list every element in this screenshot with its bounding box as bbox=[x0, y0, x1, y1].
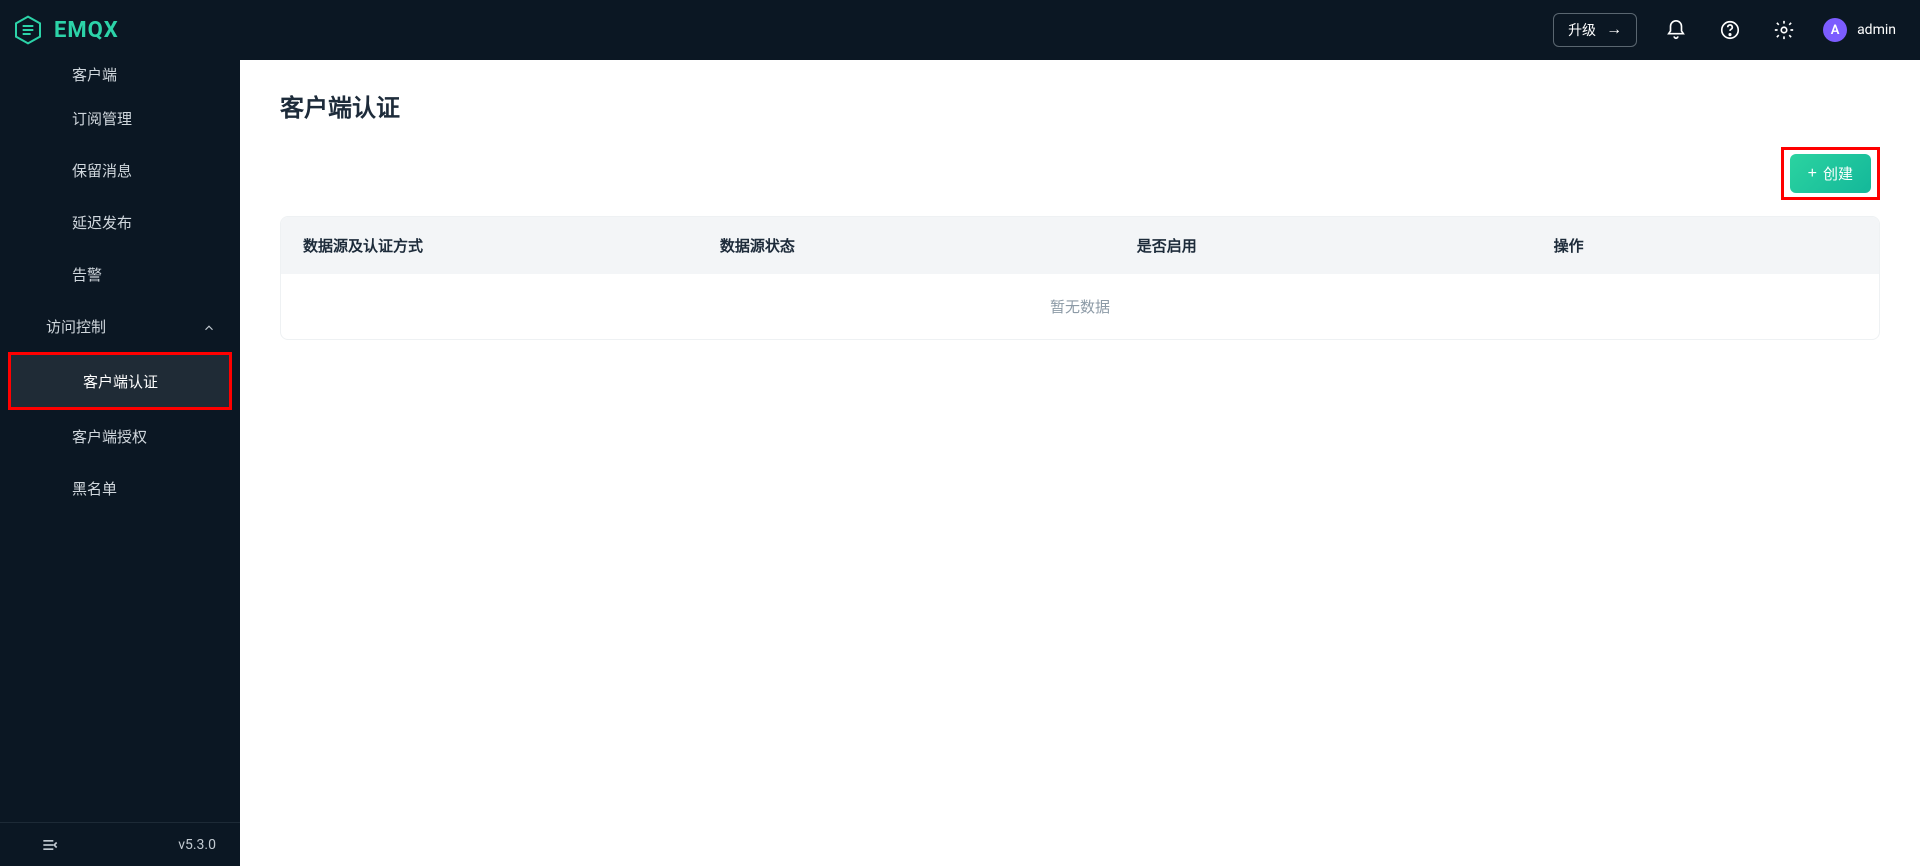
toolbar: + 创建 bbox=[280, 147, 1880, 200]
sidebar-item-label: 客户端 bbox=[72, 64, 117, 85]
sidebar-item-label: 延迟发布 bbox=[72, 212, 132, 233]
sidebar-group-label: 访问控制 bbox=[46, 316, 106, 337]
arrow-right-icon: → bbox=[1606, 21, 1622, 39]
annotation-highlight-create: + 创建 bbox=[1781, 147, 1880, 200]
plus-icon: + bbox=[1808, 165, 1817, 183]
version-label: v5.3.0 bbox=[178, 837, 216, 853]
sidebar-item-authorization[interactable]: 客户端授权 bbox=[0, 410, 240, 462]
column-header-status: 数据源状态 bbox=[698, 217, 1115, 274]
sidebar-item-truncated[interactable]: 客户端 bbox=[0, 64, 240, 92]
user-name: admin bbox=[1857, 22, 1896, 38]
auth-table: 数据源及认证方式 数据源状态 是否启用 操作 暂无数据 bbox=[280, 216, 1880, 340]
sidebar-item-alarms[interactable]: 告警 bbox=[0, 248, 240, 300]
upgrade-button[interactable]: 升级 → bbox=[1553, 13, 1637, 47]
create-button[interactable]: + 创建 bbox=[1790, 154, 1871, 193]
sidebar: 客户端 订阅管理 保留消息 延迟发布 告警 访问控制 bbox=[0, 60, 240, 866]
page-title: 客户端认证 bbox=[280, 88, 1880, 123]
sidebar-item-label: 客户端授权 bbox=[72, 426, 147, 447]
header-actions: 升级 → bbox=[1553, 13, 1896, 47]
column-header-actions: 操作 bbox=[1532, 217, 1879, 274]
sidebar-item-label: 黑名单 bbox=[72, 478, 117, 499]
sidebar-item-retained[interactable]: 保留消息 bbox=[0, 144, 240, 196]
column-header-source: 数据源及认证方式 bbox=[281, 217, 698, 274]
sidebar-item-label: 保留消息 bbox=[72, 160, 132, 181]
bell-icon bbox=[1665, 19, 1687, 41]
help-button[interactable] bbox=[1715, 15, 1745, 45]
notifications-button[interactable] bbox=[1661, 15, 1691, 45]
create-label: 创建 bbox=[1823, 163, 1853, 184]
sidebar-item-label: 告警 bbox=[72, 264, 102, 285]
sidebar-footer: v5.3.0 bbox=[0, 822, 240, 866]
avatar: A bbox=[1823, 18, 1847, 42]
main-content: 客户端认证 + 创建 数据源及认证方式 数据源状态 是否启用 操作 暂无数据 bbox=[240, 60, 1920, 866]
gear-icon bbox=[1773, 19, 1795, 41]
annotation-highlight-sidebar: 客户端认证 bbox=[8, 352, 232, 410]
sidebar-item-authentication[interactable]: 客户端认证 bbox=[11, 355, 229, 407]
table-header-row: 数据源及认证方式 数据源状态 是否启用 操作 bbox=[281, 217, 1879, 274]
app-header: EMQX 升级 → bbox=[0, 0, 1920, 60]
column-header-enabled: 是否启用 bbox=[1115, 217, 1532, 274]
sidebar-item-label: 客户端认证 bbox=[83, 371, 158, 392]
chevron-down-icon bbox=[202, 317, 216, 335]
user-menu[interactable]: A admin bbox=[1823, 18, 1896, 42]
sidebar-item-blacklist[interactable]: 黑名单 bbox=[0, 462, 240, 514]
table-empty-state: 暂无数据 bbox=[281, 274, 1879, 339]
collapse-sidebar-button[interactable] bbox=[40, 835, 60, 855]
sidebar-item-subscriptions[interactable]: 订阅管理 bbox=[0, 92, 240, 144]
sidebar-nav: 客户端 订阅管理 保留消息 延迟发布 告警 访问控制 bbox=[0, 60, 240, 822]
sidebar-group-access-control[interactable]: 访问控制 bbox=[0, 300, 240, 352]
sidebar-item-delayed[interactable]: 延迟发布 bbox=[0, 196, 240, 248]
upgrade-label: 升级 bbox=[1568, 20, 1596, 40]
brand-name: EMQX bbox=[54, 18, 119, 43]
settings-button[interactable] bbox=[1769, 15, 1799, 45]
sidebar-item-label: 订阅管理 bbox=[72, 108, 132, 129]
brand[interactable]: EMQX bbox=[12, 14, 119, 46]
help-icon bbox=[1719, 19, 1741, 41]
brand-logo-icon bbox=[12, 14, 44, 46]
